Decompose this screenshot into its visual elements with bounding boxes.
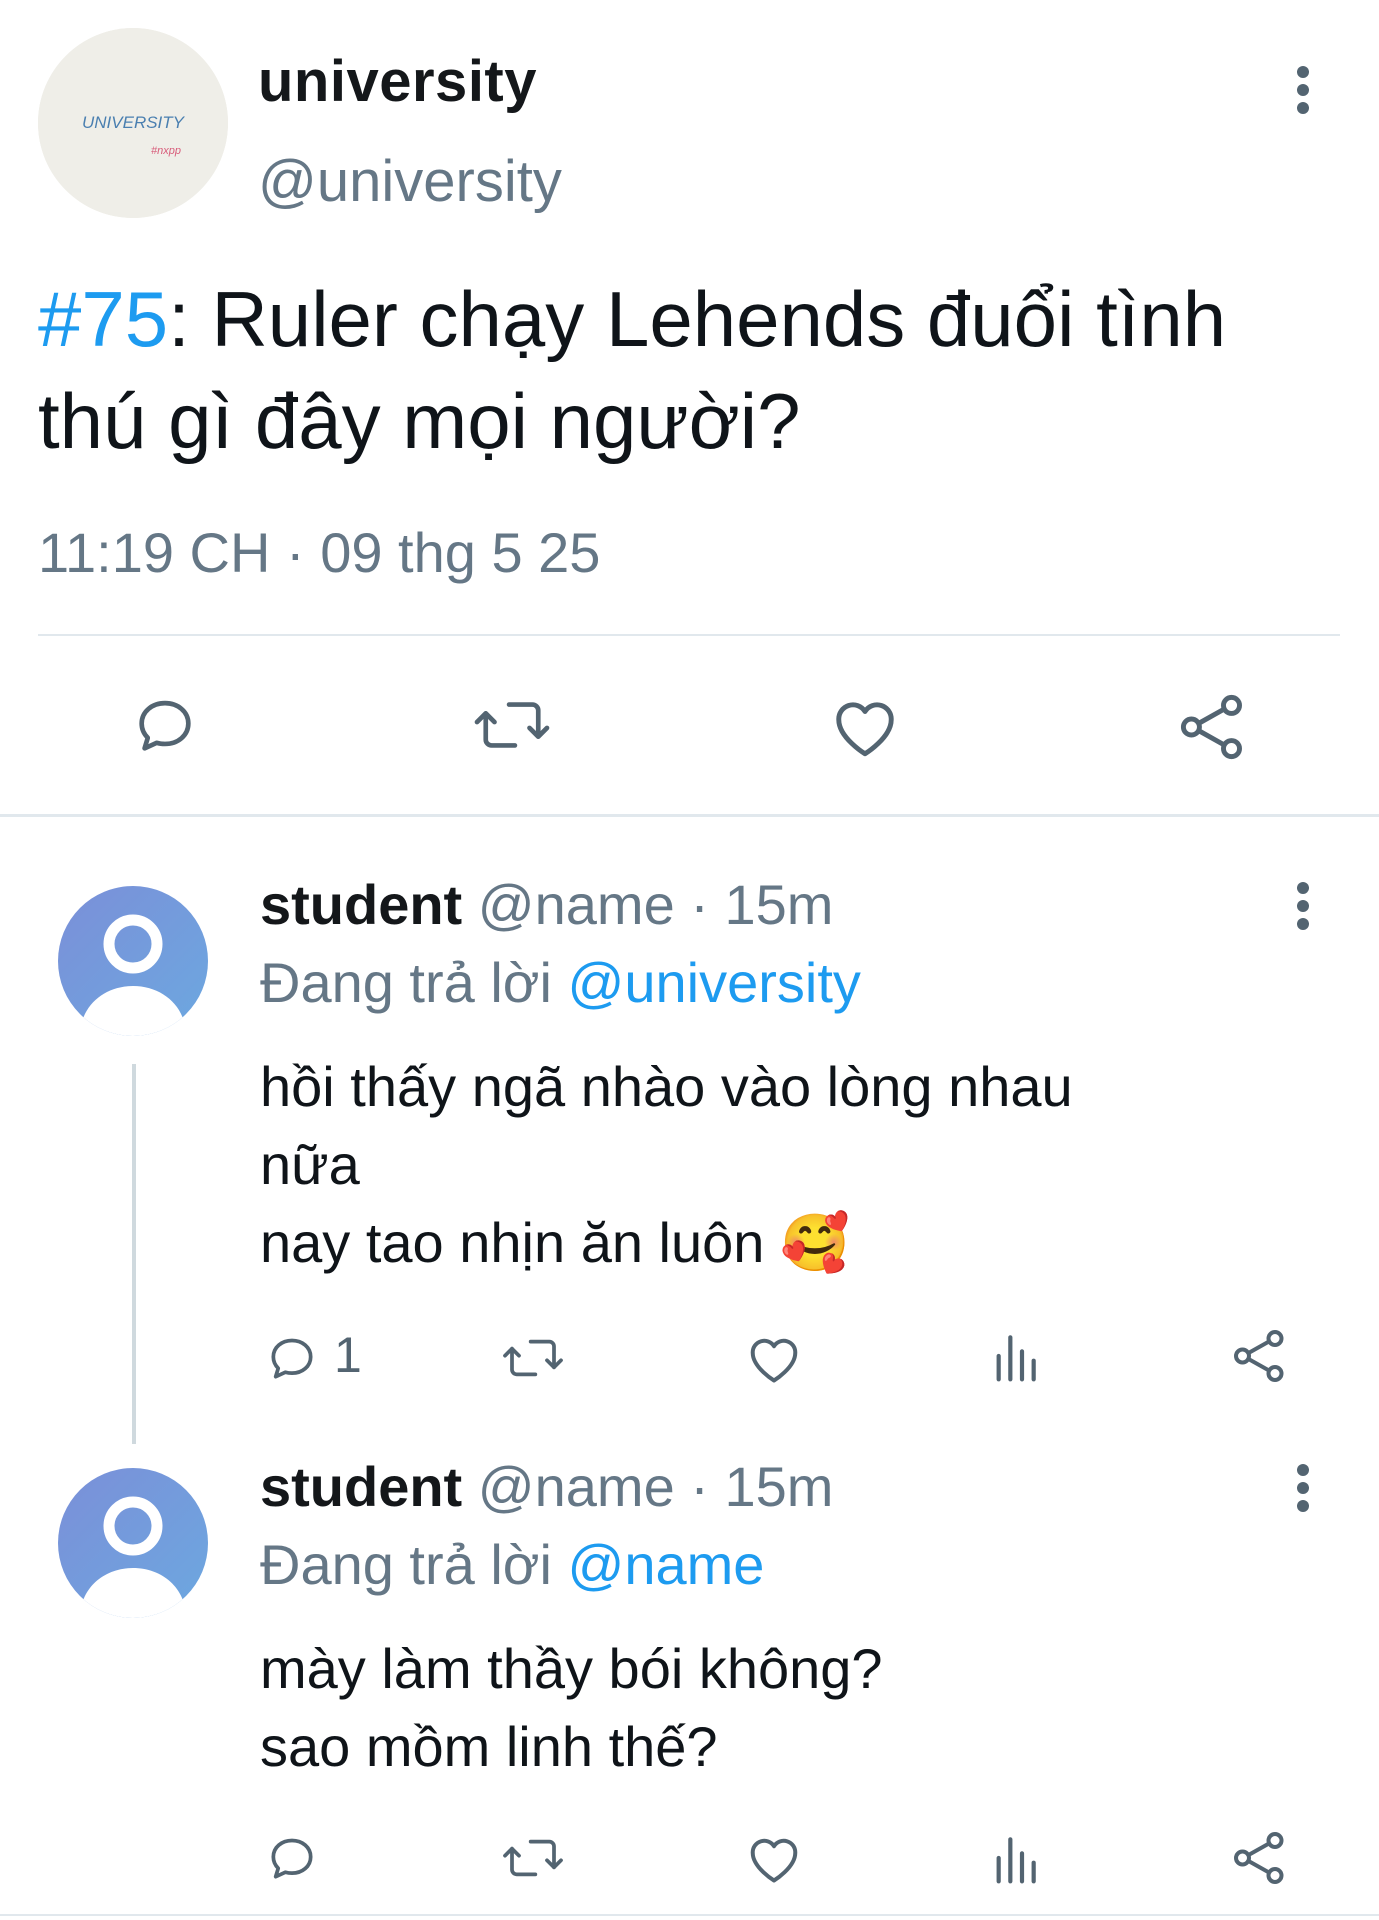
default-avatar-icon: [58, 1468, 208, 1618]
replying-to: Đang trả lời @name: [260, 1532, 764, 1597]
divider: [38, 634, 1340, 636]
reply-author-name[interactable]: student: [260, 873, 462, 936]
reply-line: nay tao nhịn ăn luôn 🥰: [260, 1211, 850, 1274]
retweet-button[interactable]: [500, 1330, 566, 1386]
replying-to: Đang trả lời @university: [260, 950, 861, 1015]
more-options-icon[interactable]: [1288, 1458, 1318, 1518]
like-button[interactable]: [744, 1830, 804, 1886]
reply-handle-time[interactable]: @name · 15m: [478, 1455, 834, 1518]
analytics-icon: [996, 1335, 1036, 1382]
tweet-text: #75: Ruler chạy Lehends đuổi tình thú gì…: [38, 268, 1338, 472]
reply-avatar[interactable]: [58, 1468, 208, 1618]
reply-text: mày làm thầy bói không? sao mồm linh thế…: [260, 1630, 883, 1786]
speech-bubble-icon: [271, 1338, 313, 1379]
tweet-body: : Ruler chạy Lehends đuổi tình thú gì đâ…: [38, 275, 1227, 465]
tweet-timestamp[interactable]: 11:19 CH · 09 thg 5 25: [38, 520, 600, 585]
reply-avatar[interactable]: [58, 886, 208, 1036]
hashtag-link[interactable]: #75: [38, 275, 168, 363]
share-button[interactable]: [1230, 1326, 1290, 1386]
replying-label: Đang trả lời: [260, 1533, 552, 1596]
retweet-button[interactable]: [470, 690, 554, 760]
author-name[interactable]: university: [258, 48, 537, 115]
reply-line: mày làm thầy bói không?: [260, 1637, 883, 1700]
avatar-logo-text: UNIVERSITY: [82, 113, 186, 132]
reply-button[interactable]: [264, 1830, 320, 1886]
analytics-icon: [996, 1837, 1036, 1884]
speech-bubble-icon: [139, 700, 191, 751]
heart-icon: [750, 1838, 798, 1883]
more-options-icon[interactable]: [1288, 60, 1318, 120]
retweet-icon: [474, 702, 550, 748]
share-button[interactable]: [1230, 1828, 1290, 1888]
profile-avatar[interactable]: UNIVERSITY #nxpp: [38, 28, 228, 218]
like-button[interactable]: [828, 692, 902, 760]
replying-label: Đang trả lời: [260, 951, 552, 1014]
analytics-button[interactable]: [990, 1328, 1040, 1384]
more-options-icon[interactable]: [1288, 876, 1318, 936]
reply-count: 1: [334, 1327, 362, 1383]
share-icon: [1234, 1330, 1284, 1382]
reply-header: student @name · 15m: [260, 1454, 833, 1519]
share-icon: [1180, 694, 1242, 760]
author-handle[interactable]: @university: [258, 148, 562, 215]
like-button[interactable]: [744, 1330, 804, 1386]
reply-button[interactable]: [130, 690, 200, 760]
reply-author-name[interactable]: student: [260, 1455, 462, 1518]
reply-text: hồi thấy ngã nhào vào lòng nhau nữa nay …: [260, 1048, 1073, 1282]
share-button[interactable]: [1176, 690, 1250, 764]
reply-handle-time[interactable]: @name · 15m: [478, 873, 834, 936]
divider: [0, 1914, 1379, 1916]
default-avatar-icon: [58, 886, 208, 1036]
heart-icon: [836, 702, 894, 757]
heart-icon: [750, 1338, 798, 1383]
retweet-icon: [503, 1339, 563, 1377]
mention-link[interactable]: @university: [568, 951, 861, 1014]
speech-bubble-icon: [271, 1838, 313, 1879]
avatar-logo-subtext: #nxpp: [151, 145, 181, 157]
reply-line: sao mồm linh thế?: [260, 1715, 718, 1778]
reply-header: student @name · 15m: [260, 872, 833, 937]
reply-button[interactable]: [264, 1330, 320, 1386]
thread-line: [132, 1064, 136, 1444]
divider: [0, 814, 1379, 817]
reply-line: hồi thấy ngã nhào vào lòng nhau: [260, 1055, 1073, 1118]
retweet-button[interactable]: [500, 1830, 566, 1886]
mention-link[interactable]: @name: [568, 1533, 765, 1596]
analytics-button[interactable]: [990, 1830, 1040, 1886]
share-icon: [1234, 1832, 1284, 1884]
reply-line: nữa: [260, 1133, 360, 1196]
retweet-icon: [503, 1839, 563, 1877]
